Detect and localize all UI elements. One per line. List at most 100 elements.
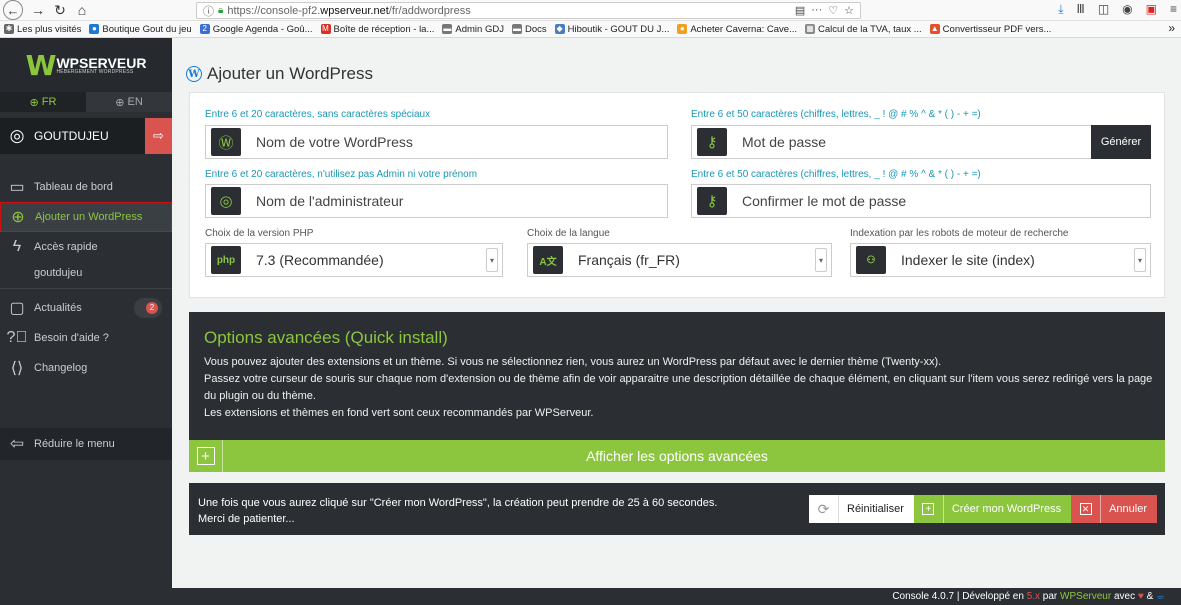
menu-hamburger-icon[interactable]: ≡ — [1170, 2, 1177, 17]
translate-icon: A文 — [533, 246, 563, 274]
lang-fr-button[interactable]: ⊕ FR — [0, 92, 86, 112]
folder-icon: ▬ — [442, 24, 453, 34]
sidebar-item-label: Changelog — [34, 362, 88, 374]
chat-icon: ▢ — [9, 300, 25, 317]
plus-icon: + — [922, 503, 935, 515]
sidebar-item-add-wordpress[interactable]: ⊕ Ajouter un WordPress — [0, 202, 172, 232]
plus-icon: + — [196, 447, 215, 465]
chevron-down-icon: ▾ — [815, 248, 827, 272]
bookmark-label: Boîte de réception - la... — [333, 23, 435, 35]
user-row: ◎ GOUTDUJEU ⇨ — [0, 118, 172, 154]
bookmark-label: Hiboutik - GOUT DU J... — [567, 23, 670, 35]
close-icon: ✕ — [1079, 503, 1092, 515]
footer-prefix: Console 4.0.7 | Développé en — [892, 591, 1027, 602]
pocket-extension-icon[interactable]: ▣ — [1146, 2, 1157, 17]
confirm-password-input[interactable] — [742, 193, 1150, 209]
key-icon: ⚷ — [697, 187, 727, 215]
cancel-button[interactable]: ✕ Annuler — [1071, 495, 1157, 523]
create-wordpress-button[interactable]: + Créer mon WordPress — [913, 495, 1072, 523]
url-domain: wpserveur.net — [320, 4, 389, 17]
sidebar-toggle-icon[interactable]: ◫ — [1098, 2, 1109, 17]
admin-hint: Entre 6 et 20 caractères, n'utilisez pas… — [205, 169, 478, 180]
bookmarks-bar: ✱ Les plus visités ● Boutique Gout du jeu 2 G… — [0, 21, 1181, 38]
lock-icon: 🔒︎ — [218, 5, 224, 16]
wpserveur-logo[interactable]: W WPSERVEUR HÉBERGEMENT WORDPRESS — [0, 38, 172, 92]
bookmark-item[interactable]: ▲ Convertisseur PDF vers... — [929, 23, 1052, 35]
creation-notice-line: Merci de patienter... — [198, 513, 295, 525]
indexing-select[interactable]: ⚇ Indexer le site (index) ▾ — [850, 243, 1151, 277]
advanced-options-description: Vous pouvez ajouter des extensions et un… — [204, 354, 1159, 422]
reload-button[interactable]: ↻ — [49, 1, 71, 19]
wordpress-name-input[interactable] — [256, 134, 667, 150]
bookmark-star-icon[interactable]: ☆ — [844, 4, 854, 17]
reset-button[interactable]: ⟳ Réinitialiser — [809, 495, 914, 523]
bookmarks-overflow-icon[interactable]: » — [1168, 21, 1175, 35]
question-icon: ?⃝ — [6, 329, 28, 346]
lang-fr-label: FR — [41, 96, 57, 108]
admin-name-input[interactable] — [256, 193, 667, 209]
bookmark-item[interactable]: ▦ Calcul de la TVA, taux ... — [805, 24, 922, 35]
lang-en-button[interactable]: ⊕ EN — [86, 92, 172, 112]
sidebar-item-changelog[interactable]: ⟨⟩ Changelog — [0, 353, 172, 383]
chevron-down-icon: ▾ — [1134, 248, 1146, 272]
bookmark-label: Convertisseur PDF vers... — [942, 23, 1052, 35]
logout-button[interactable]: ⇨ — [145, 118, 172, 154]
pocket-icon[interactable]: ♡ — [828, 4, 838, 17]
heart-icon: ♥ — [1137, 591, 1144, 602]
indexing-value: Indexer le site (index) — [901, 252, 1035, 268]
page-actions-icon[interactable]: ··· — [811, 4, 822, 17]
bookmark-label: Boutique Gout du jeu — [102, 23, 192, 35]
sidebar-item-label: goutdujeu — [34, 267, 83, 279]
code-file-icon: ⟨⟩ — [10, 360, 24, 377]
footer-brand-link[interactable]: WPServeur — [1060, 591, 1111, 602]
bookmark-item[interactable]: 2 Google Agenda - Goû... — [199, 24, 313, 35]
reader-view-icon[interactable]: ▤ — [795, 4, 805, 17]
bookmark-item[interactable]: ▬ Admin GDJ — [442, 24, 504, 35]
name-hint: Entre 6 et 20 caractères, sans caractère… — [205, 109, 431, 120]
logo-subtext: HÉBERGEMENT WORDPRESS — [56, 68, 134, 75]
info-icon[interactable]: ⓘ — [203, 3, 214, 19]
php-version-select[interactable]: php 7.3 (Recommandée) ▾ — [205, 243, 503, 277]
sidebar-item-label: Actualités — [34, 302, 82, 314]
account-icon[interactable]: ◉ — [1122, 2, 1132, 17]
back-button[interactable]: ← — [3, 0, 23, 20]
confirm-hint: Entre 6 et 50 caractères (chiffres, lett… — [691, 169, 981, 180]
coffee-icon: ☕︎ — [1156, 591, 1165, 602]
bookmark-item[interactable]: ✱ Les plus visités — [4, 24, 81, 35]
sidebar-item-label: Ajouter un WordPress — [35, 211, 143, 223]
wordpress-icon: Ⓦ — [211, 128, 241, 156]
password-input[interactable] — [742, 134, 1091, 150]
language-select[interactable]: A文 Français (fr_FR) ▾ — [527, 243, 832, 277]
advanced-text-line: Passez votre curseur de souris sur chaqu… — [204, 373, 1153, 402]
sidebar-item-site-goutdujeu[interactable]: goutdujeu — [0, 262, 172, 284]
footer-by: par — [1040, 591, 1061, 602]
url-bar[interactable]: ⓘ 🔒︎ https://console-pf2. wpserveur.net/f… — [196, 2, 861, 19]
form-panel: Entre 6 et 20 caractères, sans caractère… — [189, 92, 1165, 298]
sidebar-item-label: Accès rapide — [34, 241, 98, 253]
sidebar: W WPSERVEUR HÉBERGEMENT WORDPRESS ⊕ FR ⊕… — [0, 38, 172, 605]
indexing-label: Indexation par les robots de moteur de r… — [850, 228, 1069, 239]
bookmark-label: Les plus visités — [17, 23, 82, 35]
bookmark-item[interactable]: ● Boutique Gout du jeu — [89, 23, 192, 35]
sidebar-item-help[interactable]: ?⃝ Besoin d'aide ? — [0, 323, 172, 353]
forward-button[interactable]: → — [27, 1, 49, 19]
home-button[interactable]: ⌂ — [71, 1, 93, 19]
footer: Console 4.0.7 | Développé en 5.x par WPS… — [172, 588, 1181, 605]
bookmark-item[interactable]: M Boîte de réception - la... — [320, 23, 435, 35]
bookmark-item[interactable]: ◆ Hiboutik - GOUT DU J... — [554, 23, 670, 35]
gmail-icon: M — [320, 24, 331, 34]
sidebar-item-label: Besoin d'aide ? — [34, 332, 109, 344]
lightning-icon: ϟ — [12, 238, 22, 255]
show-advanced-options-button[interactable]: + Afficher les options avancées — [189, 440, 1165, 472]
bookmark-item[interactable]: ▬ Docs — [511, 24, 547, 35]
library-icon[interactable]: Ⅲ — [1077, 2, 1085, 17]
pdf-icon: ▲ — [929, 24, 940, 34]
bookmark-item[interactable]: ● Acheter Caverna: Cave... — [677, 24, 797, 35]
sidebar-item-news[interactable]: ▢ Actualités 2 — [0, 293, 172, 323]
sidebar-item-quick-access[interactable]: ϟ Accès rapide — [0, 232, 172, 262]
generate-password-button[interactable]: Générer — [1091, 125, 1151, 159]
download-icon[interactable]: ⤓ — [1058, 2, 1063, 17]
reduce-menu-button[interactable]: ⇦ Réduire le menu — [0, 428, 172, 460]
sidebar-item-dashboard[interactable]: ▭ Tableau de bord — [0, 172, 172, 202]
robot-icon: ⚇ — [856, 246, 886, 274]
